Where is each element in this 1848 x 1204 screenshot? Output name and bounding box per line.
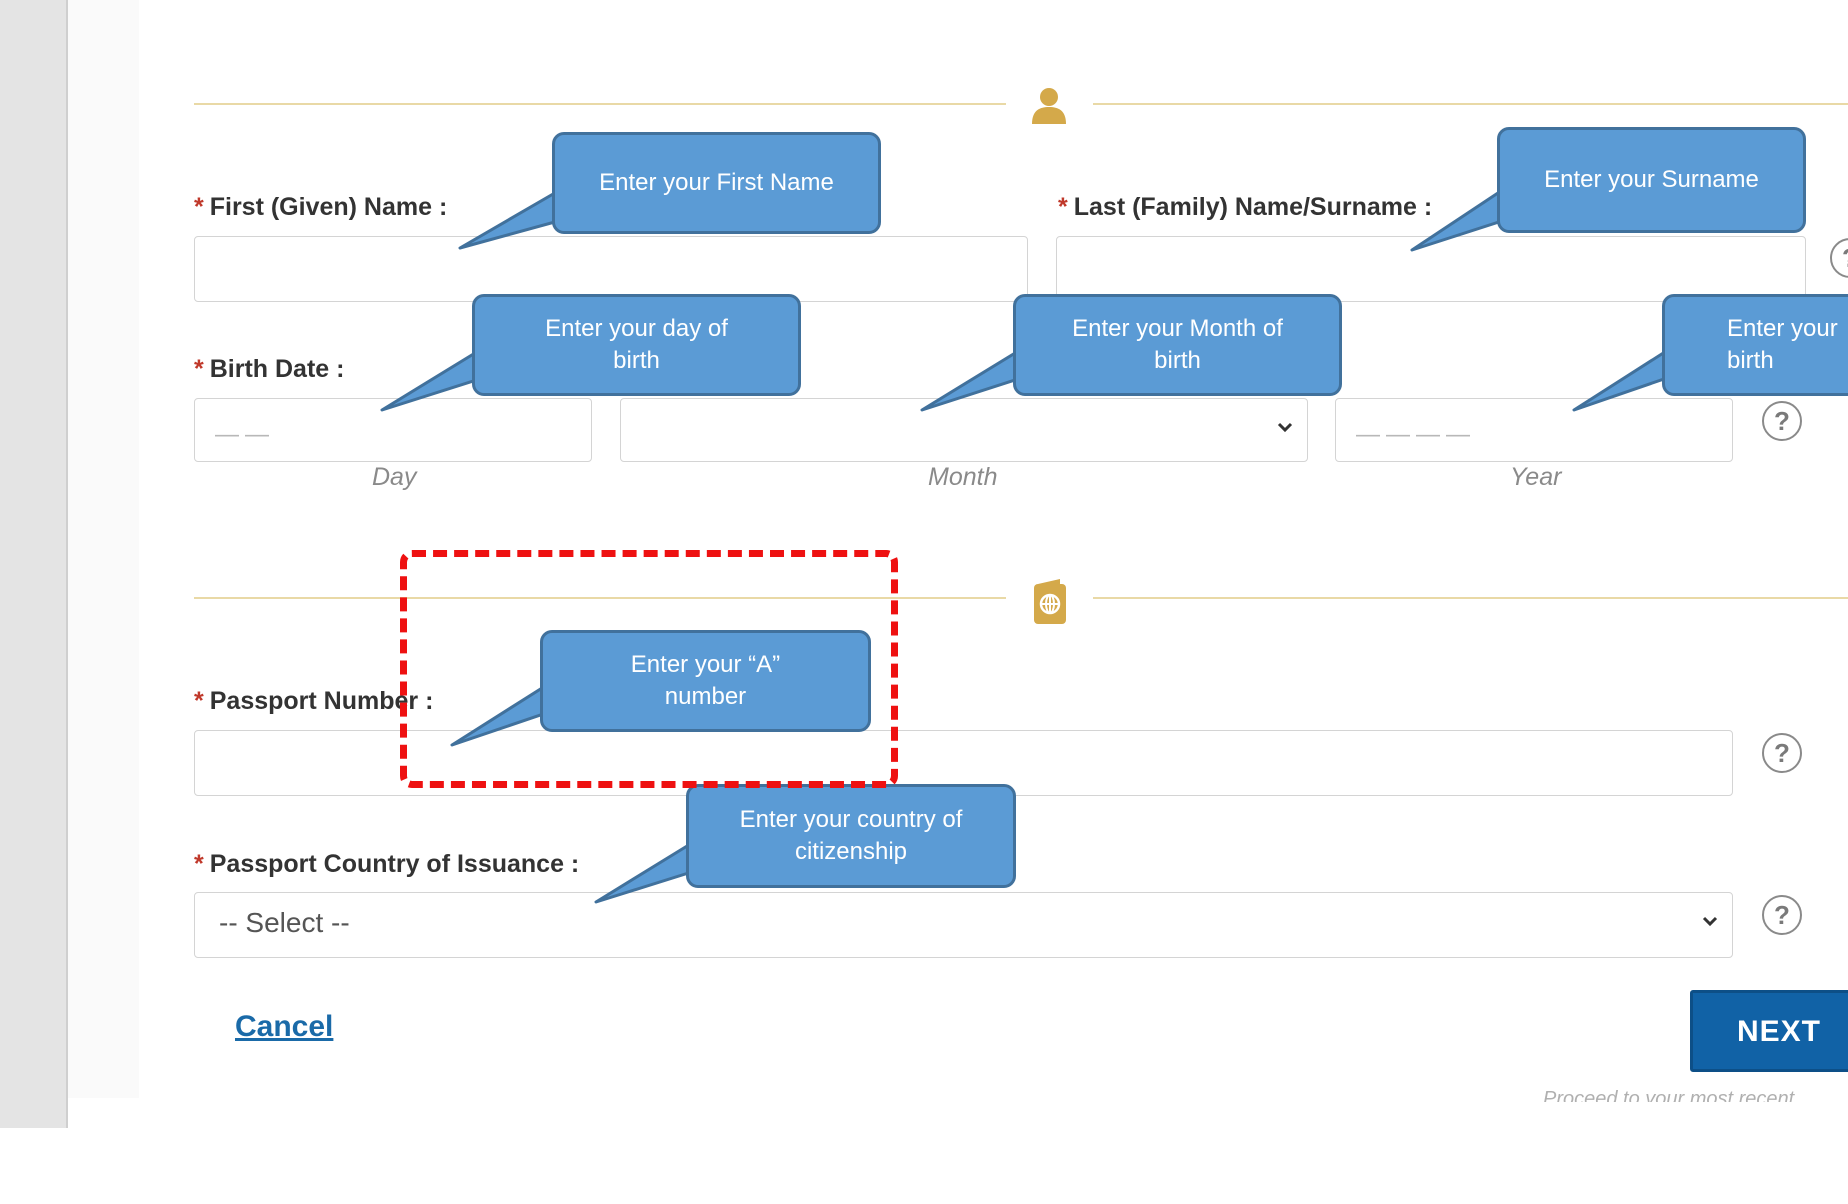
callout-year: Enter your birth (1662, 294, 1848, 396)
callout-day: Enter your day of birth (472, 294, 801, 396)
callout-month: Enter your Month of birth (1013, 294, 1342, 396)
callout-first-name: Enter your First Name (552, 132, 881, 234)
callout-country: Enter your country of citizenship (686, 784, 1016, 888)
callout-layer: Enter your First Name Enter your Surname… (0, 0, 1848, 1204)
a-number-highlight (400, 550, 898, 788)
callout-surname: Enter your Surname (1497, 127, 1806, 233)
